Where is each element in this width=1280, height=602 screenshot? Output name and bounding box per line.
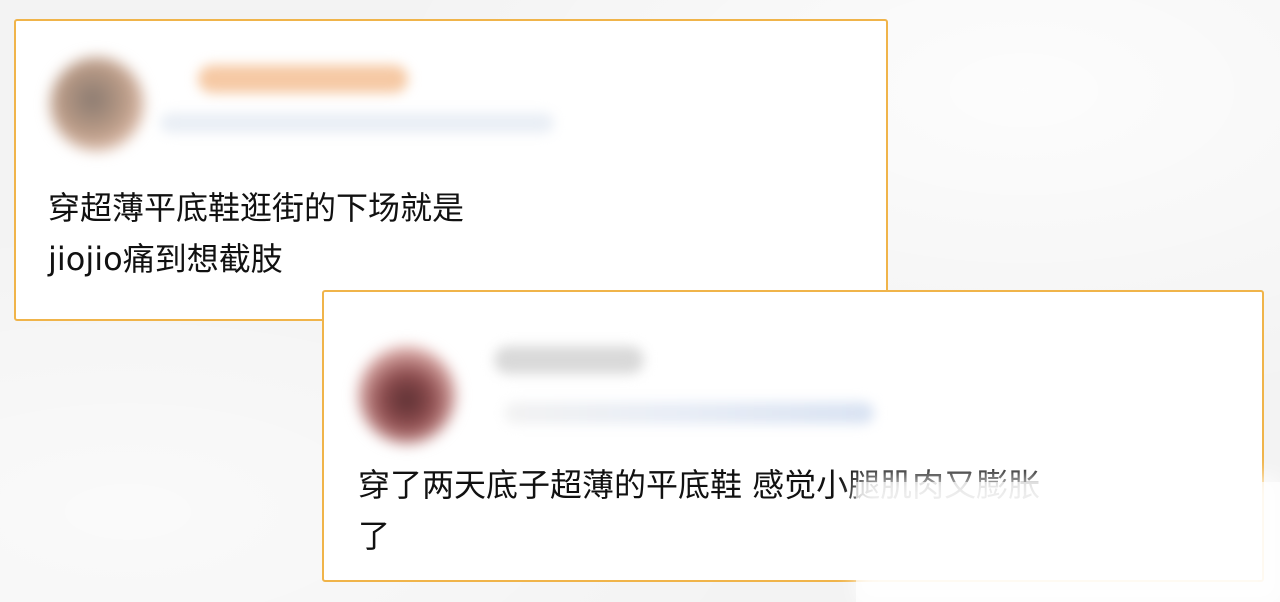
avatar[interactable] [50, 57, 144, 151]
watermark-overlay-solid [856, 482, 1280, 602]
blurred-meta-info [504, 402, 874, 424]
blurred-username[interactable] [494, 346, 644, 374]
blurred-meta-info [160, 113, 554, 133]
avatar[interactable] [358, 346, 456, 444]
comment-text: 穿超薄平底鞋逛街的下场就是 jiojio痛到想截肢 [48, 189, 465, 278]
blurred-username[interactable] [198, 65, 408, 93]
comment-card-1: 穿超薄平底鞋逛街的下场就是 jiojio痛到想截肢 [14, 19, 888, 321]
